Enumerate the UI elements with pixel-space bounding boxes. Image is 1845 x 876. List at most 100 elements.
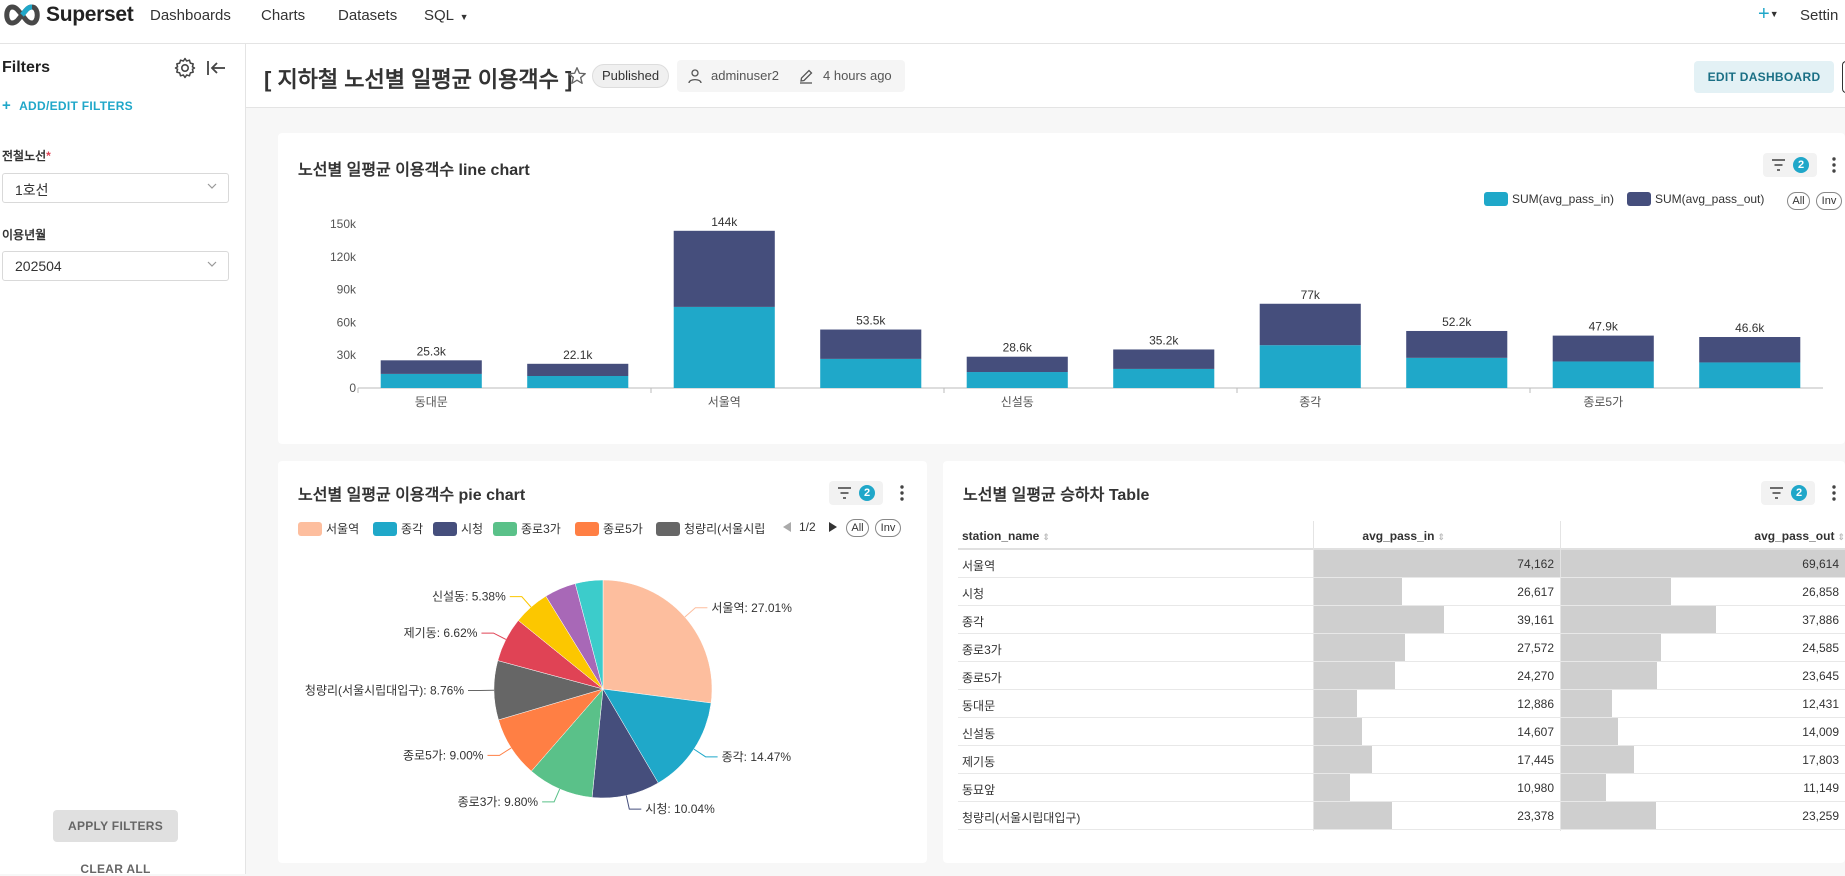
x-tick-label: 종로5가 (1583, 395, 1623, 409)
table-row[interactable]: 시청26,61726,858 (958, 578, 1845, 606)
column-header-label: avg_pass_out (1754, 529, 1834, 543)
table-row[interactable]: 종로5가24,27023,645 (958, 662, 1845, 690)
cell-pass-in: 27,572 (1314, 641, 1554, 655)
cell-station-name: 동대문 (962, 697, 995, 714)
superset-logo-icon (2, 4, 42, 26)
pie-slice[interactable] (603, 580, 712, 703)
sort-icon: ⇕ (1437, 532, 1445, 542)
filter-select-line[interactable]: 1호선 (2, 173, 229, 203)
table-row[interactable]: 동대문12,88612,431 (958, 690, 1845, 718)
bar-segment-pass-in[interactable] (1699, 362, 1800, 388)
bar-segment-pass-in[interactable] (820, 359, 921, 388)
superset-logo[interactable]: Superset (2, 3, 133, 27)
star-icon[interactable] (566, 65, 588, 87)
table-row[interactable]: 제기동17,44517,803 (958, 746, 1845, 774)
cell-pass-in: 24,270 (1314, 669, 1554, 683)
bar-segment-pass-out[interactable] (381, 360, 482, 374)
table-row[interactable]: 종각39,16137,886 (958, 606, 1845, 634)
caret-down-icon: ▼ (1770, 9, 1779, 19)
nav-dashboards[interactable]: Dashboards (150, 7, 231, 24)
cell-station-name: 동묘앞 (962, 781, 995, 798)
dashboard-title[interactable]: [ 지하철 노선별 일평균 이용객수 ] (264, 62, 572, 94)
bar-segment-pass-out[interactable] (1113, 349, 1214, 368)
cell-pass-in: 39,161 (1314, 613, 1554, 627)
cell-pass-in: 17,445 (1314, 753, 1554, 767)
table-row[interactable]: 신설동14,60714,009 (958, 718, 1845, 746)
collapse-sidebar-icon[interactable] (204, 56, 228, 80)
bar-segment-pass-out[interactable] (1406, 331, 1507, 358)
bar-segment-pass-in[interactable] (1113, 369, 1214, 388)
bar-total-label: 35.2k (1149, 333, 1179, 347)
plus-menu-button[interactable]: +▼ (1758, 3, 1779, 26)
bar-total-label: 25.3k (417, 344, 447, 358)
pie-label-line (487, 748, 511, 756)
filter-sidebar: Filters +ADD/EDIT FILTERS 전철노선* 1호선 이용년월… (0, 44, 246, 874)
cell-pass-in: 10,980 (1314, 781, 1554, 795)
bar-segment-pass-out[interactable] (1699, 337, 1800, 362)
sort-icon: ⇕ (1042, 532, 1050, 542)
bar-segment-pass-in[interactable] (674, 307, 775, 388)
column-header-label: station_name (962, 529, 1039, 543)
bar-segment-pass-out[interactable] (820, 330, 921, 359)
user-icon (687, 68, 703, 84)
nav-sql[interactable]: SQL ▼ (424, 7, 469, 24)
bar-segment-pass-in[interactable] (527, 376, 628, 388)
cell-pass-out: 17,803 (1561, 753, 1839, 767)
bar-segment-pass-in[interactable] (381, 374, 482, 388)
cell-pass-out: 26,858 (1561, 585, 1839, 599)
cell-pass-out: 37,886 (1561, 613, 1839, 627)
published-badge[interactable]: Published (592, 64, 669, 88)
table-filter-indicator[interactable]: 2 (1761, 481, 1815, 505)
column-header-label: avg_pass_in (1362, 529, 1434, 543)
y-tick-label: 150k (330, 217, 357, 231)
cell-station-name: 청량리(서울시립대입구) (962, 809, 1080, 826)
bar-segment-pass-in[interactable] (1406, 358, 1507, 388)
table-row[interactable]: 동묘앞10,98011,149 (958, 774, 1845, 802)
x-tick-label: 종각 (1299, 395, 1321, 409)
table-row[interactable]: 종로3가27,57224,585 (958, 634, 1845, 662)
table-header: station_name⇕ avg_pass_in⇕ avg_pass_out⇕ (958, 521, 1845, 550)
apply-filters-button[interactable]: APPLY FILTERS (53, 810, 178, 842)
pie-label-line (626, 795, 641, 809)
nav-datasets[interactable]: Datasets (338, 7, 397, 24)
bar-chart-card: 노선별 일평균 이용객수 line chart 2 SUM(avg_pass_i… (278, 133, 1845, 444)
caret-down-icon: ▼ (460, 12, 469, 22)
pie-label-line (542, 789, 560, 802)
bar-segment-pass-out[interactable] (527, 364, 628, 376)
kebab-menu-icon[interactable] (1831, 484, 1837, 502)
filters-title: Filters (2, 59, 50, 77)
pie-slice-label: 청량리(서울시립대입구): 8.76% (305, 683, 464, 697)
pie-chart-card: 노선별 일평균 이용객수 pie chart 2 서울역종각시청종로3가종로5가… (278, 461, 927, 863)
nav-charts[interactable]: Charts (261, 7, 305, 24)
filter-label-line: 전철노선* (2, 147, 51, 164)
bar-segment-pass-in[interactable] (1260, 345, 1361, 388)
bar-segment-pass-out[interactable] (674, 231, 775, 307)
bar-segment-pass-out[interactable] (1260, 304, 1361, 345)
column-header-pass-out[interactable]: avg_pass_out⇕ (1754, 529, 1845, 543)
bar-segment-pass-in[interactable] (1553, 361, 1654, 388)
cell-pass-out: 12,431 (1561, 697, 1839, 711)
y-tick-label: 60k (337, 315, 357, 329)
add-edit-filters-button[interactable]: +ADD/EDIT FILTERS (2, 97, 133, 114)
bar-segment-pass-out[interactable] (967, 357, 1068, 372)
cell-station-name: 시청 (962, 585, 984, 602)
column-header-pass-in[interactable]: avg_pass_in⇕ (1362, 529, 1445, 543)
filter-count-badge: 2 (1791, 485, 1807, 501)
column-header-station[interactable]: station_name⇕ (962, 529, 1050, 543)
table-row[interactable]: 서울역74,16269,614 (958, 550, 1845, 578)
filter-label-line-text: 전철노선 (2, 149, 46, 163)
pie-slice-label: 신설동: 5.38% (432, 590, 506, 604)
y-tick-label: 0 (349, 381, 356, 395)
edit-dashboard-button[interactable]: EDIT DASHBOARD (1694, 61, 1834, 93)
top-navbar: Superset Dashboards Charts Datasets SQL … (0, 0, 1845, 44)
bar-segment-pass-in[interactable] (967, 372, 1068, 388)
table-title: 노선별 일평균 승하차 Table (963, 481, 1149, 505)
required-marker: * (46, 149, 51, 163)
y-tick-label: 120k (330, 250, 357, 264)
table-row[interactable]: 청량리(서울시립대입구)23,37823,259 (958, 802, 1845, 830)
filter-select-month[interactable]: 202504 (2, 251, 229, 281)
gear-icon[interactable] (173, 56, 197, 80)
bar-segment-pass-out[interactable] (1553, 336, 1654, 362)
settings-menu[interactable]: Settin (1800, 7, 1838, 24)
nav-sql-label: SQL (424, 7, 453, 24)
